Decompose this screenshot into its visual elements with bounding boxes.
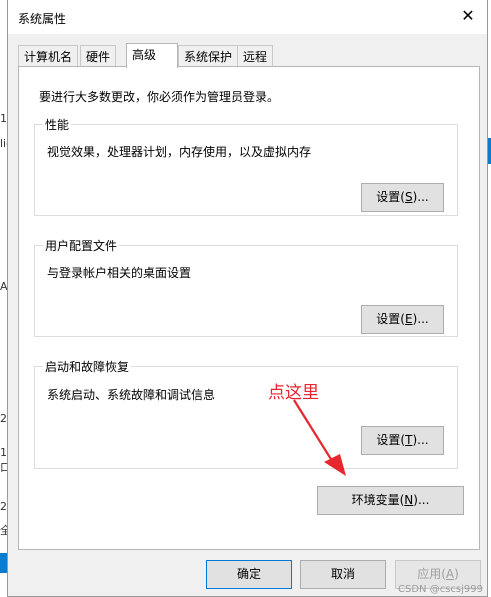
title-bar[interactable]: 系统属性 ✕ — [8, 0, 487, 34]
watermark: CSDN @cscsj999 — [398, 584, 483, 595]
performance-desc: 视觉效果，处理器计划，内存使用，以及虚拟内存 — [47, 145, 312, 159]
user-profile-settings-button[interactable]: 设置(E)... — [361, 305, 444, 334]
tab-remote[interactable]: 远程 — [237, 45, 274, 66]
tab-computer-name[interactable]: 计算机名 — [18, 45, 79, 66]
tab-hardware[interactable]: 硬件 — [80, 45, 117, 66]
close-icon: ✕ — [461, 6, 475, 25]
startup-recovery-settings-button[interactable]: 设置(T)... — [361, 426, 444, 455]
user-profile-title: 用户配置文件 — [43, 237, 120, 254]
system-properties-dialog: 系统属性 ✕ 计算机名 硬件 高级 系统保护 远程 要进行大多数更改，你必须作为… — [7, 0, 488, 597]
close-button[interactable]: ✕ — [457, 5, 479, 27]
user-profile-desc: 与登录帐户相关的桌面设置 — [47, 266, 192, 280]
advanced-tab-panel: 要进行大多数更改，你必须作为管理员登录。 性能 视觉效果，处理器计划，内存使用，… — [18, 66, 480, 550]
window-title: 系统属性 — [18, 12, 67, 26]
annotation-arrow-icon — [293, 399, 346, 476]
tab-advanced[interactable]: 高级 — [126, 43, 178, 68]
performance-settings-button[interactable]: 设置(S)... — [361, 183, 444, 212]
ok-button[interactable]: 确定 — [206, 560, 292, 589]
user-profile-group: 用户配置文件 与登录帐户相关的桌面设置 设置(E)... — [34, 237, 458, 337]
performance-title: 性能 — [43, 116, 72, 133]
startup-recovery-desc: 系统启动、系统故障和调试信息 — [47, 388, 216, 402]
admin-notice: 要进行大多数更改，你必须作为管理员登录。 — [39, 90, 280, 104]
environment-variables-button[interactable]: 环境变量(N)... — [317, 486, 464, 515]
performance-group: 性能 视觉效果，处理器计划，内存使用，以及虚拟内存 设置(S)... — [34, 116, 458, 216]
tab-system-protection[interactable]: 系统保护 — [178, 45, 239, 66]
cancel-button[interactable]: 取消 — [300, 560, 386, 589]
startup-recovery-group: 启动和故障恢复 系统启动、系统故障和调试信息 设置(T)... — [34, 358, 458, 469]
startup-recovery-title: 启动和故障恢复 — [43, 358, 132, 375]
